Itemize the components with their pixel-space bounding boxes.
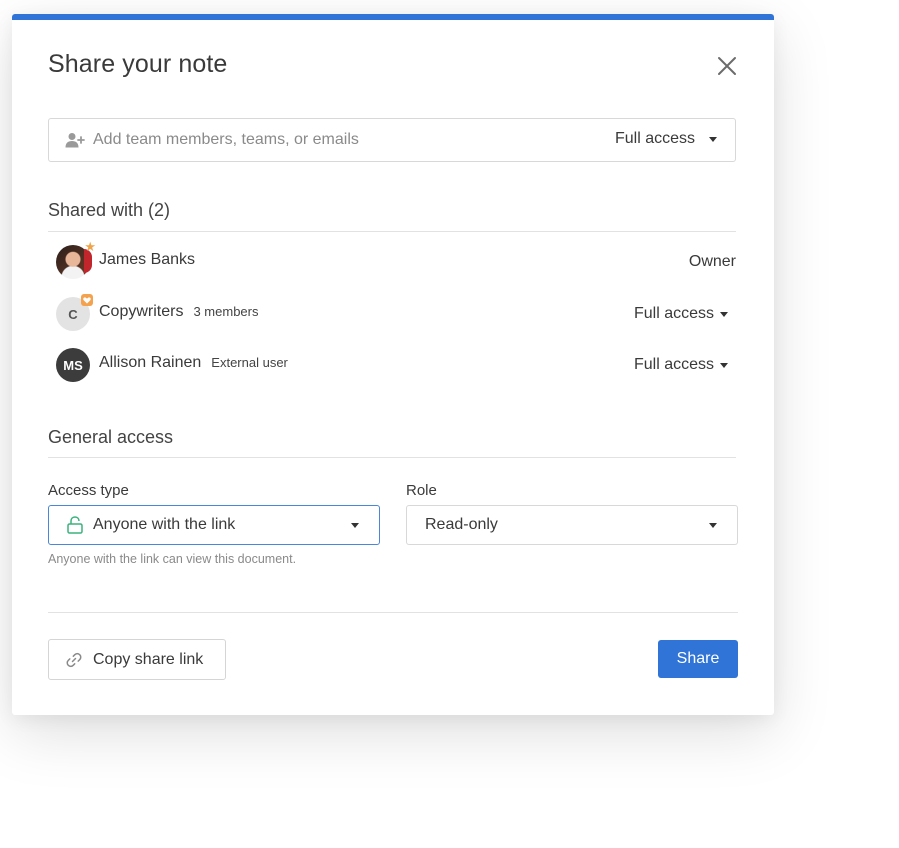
member-name: James Banks	[99, 251, 195, 269]
access-type-select[interactable]: Anyone with the link	[48, 505, 380, 545]
access-type-value: Anyone with the link	[93, 516, 236, 533]
role-value: Read-only	[425, 516, 498, 533]
close-icon	[718, 57, 736, 75]
close-button[interactable]	[715, 54, 739, 78]
section-divider	[48, 231, 736, 232]
general-access-heading: General access	[48, 427, 174, 447]
member-row: MS Allison Rainen External user Full acce…	[56, 348, 728, 384]
access-type-label: Access type	[48, 482, 129, 499]
footer-divider	[48, 612, 738, 613]
heart-badge-icon	[81, 294, 93, 306]
member-role: Owner	[689, 253, 736, 271]
access-help-text: Anyone with the link can view this docum…	[48, 552, 297, 566]
unlock-icon	[67, 516, 83, 534]
chevron-down-icon	[720, 311, 728, 317]
role-label: Role	[406, 482, 437, 499]
section-divider	[48, 457, 736, 458]
invite-role-label: Full access	[614, 130, 695, 147]
dialog-top-accent-bar	[12, 14, 774, 20]
copy-share-link-button[interactable]: Copy share link	[48, 639, 226, 680]
role-select[interactable]: Read-only	[406, 505, 738, 545]
member-name: Copywriters 3 members	[99, 303, 259, 321]
chevron-down-icon	[351, 523, 359, 528]
member-name-text: Copywriters	[99, 303, 184, 320]
link-icon	[66, 652, 82, 667]
member-name: Allison Rainen External user	[99, 354, 288, 372]
member-name-text: James Banks	[99, 251, 196, 268]
copy-share-link-label: Copy share link	[93, 650, 204, 668]
dialog-title: Share your note	[48, 50, 228, 78]
share-button-label: Share	[676, 650, 720, 667]
chevron-down-icon	[720, 362, 728, 368]
member-role-label: Owner	[688, 253, 736, 270]
avatar-initials: MS	[56, 348, 90, 382]
share-button[interactable]: Share	[658, 640, 738, 678]
member-name-text: Allison Rainen	[99, 354, 202, 371]
avatar: ★	[56, 240, 96, 279]
invite-input[interactable]	[93, 119, 573, 161]
member-role-label: Full access	[633, 305, 714, 322]
member-role-dropdown[interactable]: Full access	[634, 305, 728, 323]
invite-field: Full access	[48, 118, 736, 162]
avatar: MS	[56, 348, 90, 382]
external-user-label: External user	[211, 355, 288, 370]
invite-role-dropdown[interactable]: Full access	[615, 130, 717, 148]
share-dialog: Share your note Full access Shared with …	[12, 14, 774, 715]
chevron-down-icon	[709, 136, 717, 142]
shared-with-heading: Shared with (2)	[48, 200, 171, 220]
avatar: C	[56, 294, 93, 331]
star-icon: ★	[84, 239, 96, 254]
member-row: C Copywriters 3 members Full access	[56, 294, 728, 333]
chevron-down-icon	[709, 523, 717, 528]
member-row: ★ James Banks Owner	[56, 240, 736, 281]
member-role-label: Full access	[633, 356, 714, 373]
add-person-icon	[65, 133, 85, 148]
member-role-dropdown[interactable]: Full access	[634, 356, 728, 374]
member-count: 3 members	[193, 304, 259, 319]
